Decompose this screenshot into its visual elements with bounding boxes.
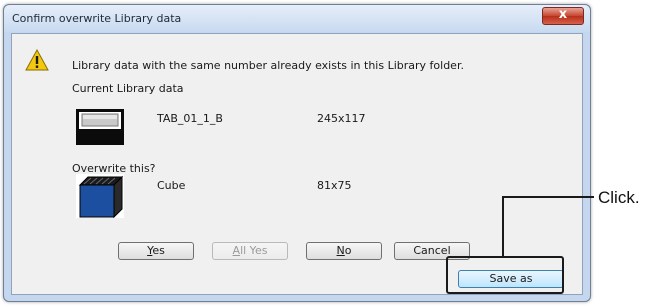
title-bar: Confirm overwrite Library data x (4, 5, 590, 32)
new-item-name: Cube (157, 179, 186, 192)
callout-leader-horizontal (502, 196, 594, 198)
callout-label: Click. (598, 188, 640, 207)
all-yes-button[interactable]: All Yes (212, 242, 288, 260)
message-text: Library data with the same number alread… (72, 59, 464, 72)
no-button[interactable]: No (306, 242, 382, 260)
current-data-heading: Current Library data (72, 82, 184, 95)
dialog-title: Confirm overwrite Library data (12, 12, 182, 25)
close-icon: x (558, 7, 568, 22)
new-item-size: 81x75 (317, 179, 352, 192)
close-button[interactable]: x (542, 7, 584, 25)
new-thumbnail (76, 174, 124, 218)
current-thumbnail (76, 109, 124, 145)
callout-leader-vertical (502, 196, 504, 256)
yes-button[interactable]: Yes (118, 242, 194, 260)
current-item-size: 245x117 (317, 112, 366, 125)
callout-highlight (446, 256, 564, 294)
warning-icon (25, 49, 49, 71)
current-item-name: TAB_01_1_B (157, 112, 223, 125)
